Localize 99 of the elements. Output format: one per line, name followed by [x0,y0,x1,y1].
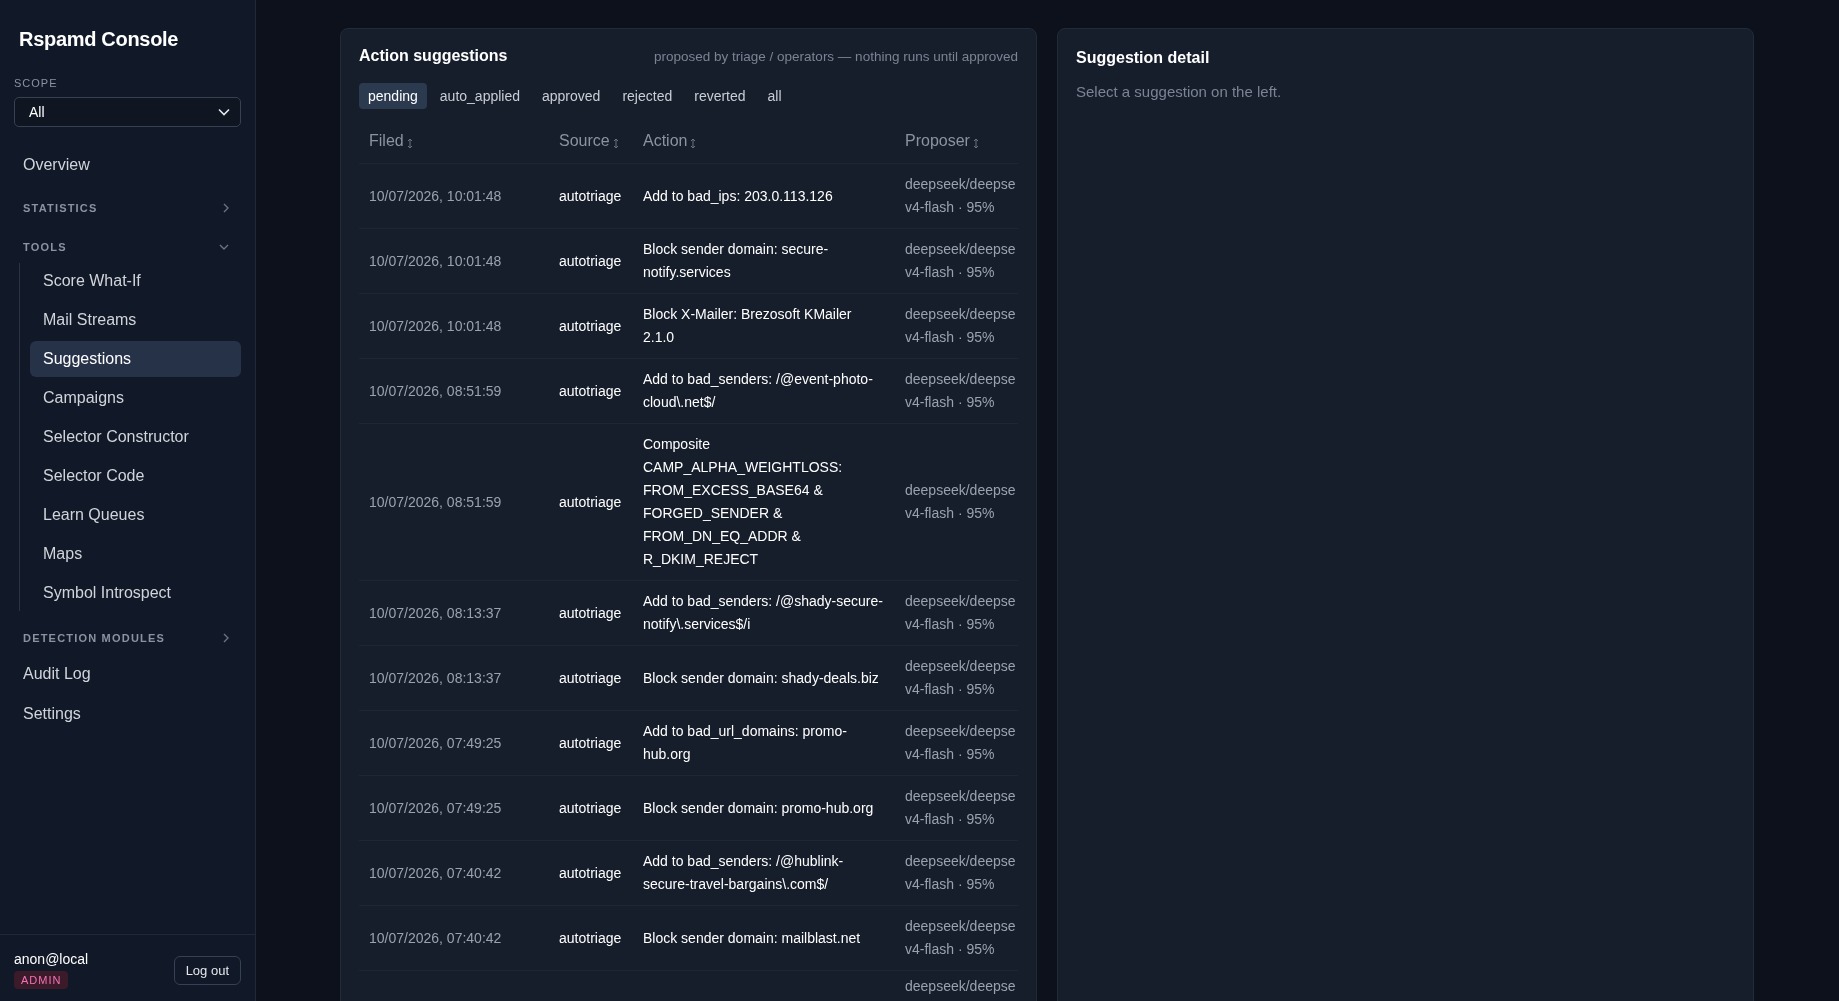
proposer-detail: v4-flash · 95% [905,198,996,217]
source-cell: autotriage [559,318,622,334]
source-cell: autotriage [559,670,622,686]
filed-cell: 10/07/2026, 07:49:25 [369,735,502,751]
filed-cell: 10/07/2026, 07:40:42 [369,865,502,881]
proposer-detail: v4-flash · 95% [905,745,996,764]
action-cell-text: Block sender domain: shady-deals.biz [643,668,880,688]
source-cell: autotriage [559,383,622,399]
proposer-detail: v4-flash · 95% [905,328,996,347]
column-header[interactable]: Proposer [905,132,979,150]
panel-note: proposed by triage / operators — nothing runs until approved [654,49,1018,64]
proposer-detail: v4-flash · 95% [905,504,996,523]
filed-cell: 10/07/2026, 10:01:48 [369,188,502,204]
nav-item[interactable]: Campaigns [30,380,241,416]
action-cell-text: Add to bad_senders: /@hublink-secure-travel-bargains\.com$/ [643,852,845,894]
chevron-right-icon [223,203,229,213]
column-header[interactable]: Source [559,132,619,150]
nav-item[interactable]: Selector Code [30,458,241,494]
action-cell-text: Add to bad_url_domains: promo-hub.org [643,722,848,764]
proposer-detail: v4-flash · 95% [905,875,996,894]
proposer-cell-text: deepseek/deepse [905,175,1017,194]
nav-group-header[interactable]: STATISTICS [14,185,241,224]
action-cell-text: Composite CAMP_ALPHA_WEIGHTLOSS: FROM_EXCESS_BASE64 & FORGED_SENDER & FROM_DN_EQ_ADDR & R_DKIM_REJECT [643,435,844,569]
source-cell: autotriage [559,494,622,510]
scope-label: SCOPE [14,77,59,89]
proposer-cell-text: deepseek/deepse [905,657,1017,676]
filed-cell: 10/07/2026, 08:51:59 [369,494,502,510]
source-cell: autotriage [559,930,622,946]
nav-item[interactable]: Maps [30,536,241,572]
action-cell-text: Add to bad_senders: /@event-photo-cloud\.net$/ [643,370,874,412]
sort-icon [690,137,697,149]
scope-select[interactable]: All [14,97,241,127]
filter-tab[interactable]: pending [359,83,427,109]
sort-icon [612,137,619,149]
filed-cell: 10/07/2026, 08:13:37 [369,605,502,621]
nav-item[interactable]: Selector Constructor [30,419,241,455]
filter-tab[interactable]: approved [533,83,610,109]
source-cell: autotriage [559,800,622,816]
proposer-detail: v4-flash · 95% [905,263,996,282]
proposer-detail: v4-flash · 95% [905,940,996,959]
filed-cell: 10/07/2026, 10:01:48 [369,318,502,334]
filed-cell: 10/07/2026, 07:40:42 [369,930,502,946]
proposer-cell-text: deepseek/deepse [905,370,1017,389]
nav-item[interactable]: Score What-If [30,263,241,299]
proposer-cell-text: deepseek/deepse [905,305,1017,324]
nav-item[interactable]: Learn Queues [30,497,241,533]
action-cell-text: Block X-Mailer: Brezosoft KMailer 2.1.0 [643,305,853,347]
nav-item[interactable]: Suggestions [30,341,241,377]
empty-message: Select a suggestion on the left. [1076,83,1283,100]
source-cell: autotriage [559,188,622,204]
nav-item[interactable]: Overview [14,145,241,185]
filter-tab[interactable]: auto_applied [430,83,529,109]
proposer-cell-text: deepseek/deepse [905,240,1017,259]
user-name: anon@local [14,951,89,967]
proposer-cell-text: deepseek/deepse [905,592,1017,611]
source-cell: autotriage [559,605,622,621]
filed-cell: 10/07/2026, 07:49:25 [369,800,502,816]
proposer-detail: v4-flash · 95% [905,810,996,829]
action-cell-text: Add to bad_ips: 203.0.113.126 [643,186,834,206]
panel-title: Suggestion detail [1076,49,1211,67]
proposer-cell-text: deepseek/deepse [905,481,1017,500]
filed-cell: 10/07/2026, 10:01:48 [369,253,502,269]
column-header[interactable]: Filed [369,132,413,150]
filter-tab[interactable]: rejected [613,83,682,109]
chevron-right-icon [223,633,229,643]
chevron-down-icon [219,244,229,250]
filter-tab[interactable]: reverted [685,83,755,109]
source-cell: autotriage [559,253,622,269]
nav-item[interactable]: Settings [14,694,241,734]
source-cell: autotriage [559,865,622,881]
proposer-cell-text: deepseek/deepse [905,722,1017,741]
nav-item[interactable]: Symbol Introspect [30,575,241,611]
app-title: Rspamd Console [18,28,180,51]
column-header[interactable]: Action [643,132,697,150]
action-cell-text: Block sender domain: mailblast.net [643,928,862,948]
proposer-detail: v4-flash · 95% [905,680,996,699]
proposer-cell-text: deepseek/deepse [905,787,1017,806]
action-cell-text: Block sender domain: secure-notify.services [643,240,830,282]
filter-tab[interactable]: all [758,83,791,109]
role-badge: ADMIN [14,971,69,989]
proposer-detail: v4-flash · 95% [905,393,996,412]
proposer-cell-text: deepseek/deepse [905,977,1017,996]
panel-title: Action suggestions [359,47,508,65]
filed-cell: 10/07/2026, 08:51:59 [369,383,502,399]
source-cell: autotriage [559,735,622,751]
logout-button[interactable]: Log out [173,955,241,985]
proposer-cell-text: deepseek/deepse [905,852,1017,871]
nav-group-header[interactable]: TOOLS [14,224,241,263]
nav-item[interactable]: Mail Streams [30,302,241,338]
filed-cell: 10/07/2026, 08:13:37 [369,670,502,686]
nav-item[interactable]: Audit Log [14,654,241,694]
nav-group-header[interactable]: DETECTION MODULES [14,615,241,654]
action-cell-text: Block sender domain: promo-hub.org [643,798,875,818]
sort-icon [972,137,979,149]
chevron-down-icon [218,108,230,116]
action-cell-text: Add to bad_senders: /@shady-secure-notify\.services$/i [643,592,884,634]
sort-icon [406,137,413,149]
proposer-detail: v4-flash · 95% [905,615,996,634]
proposer-cell-text: deepseek/deepse [905,917,1017,936]
